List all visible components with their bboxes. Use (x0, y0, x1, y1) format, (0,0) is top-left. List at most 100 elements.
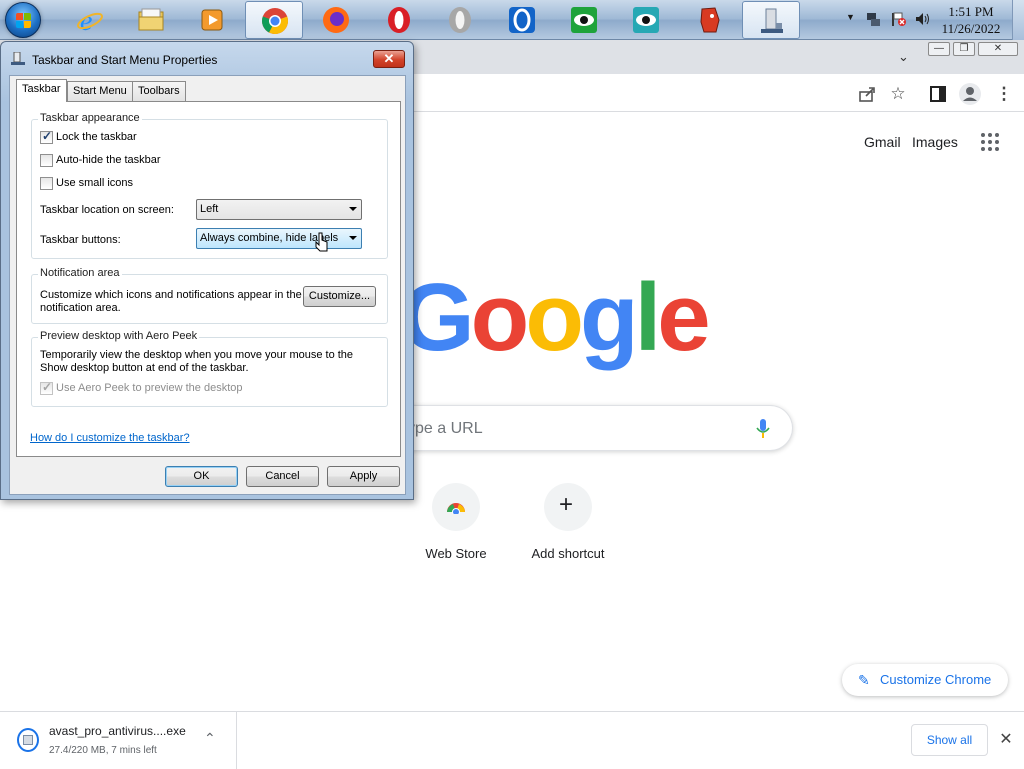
customize-chrome-button[interactable]: ✎ Customize Chrome (842, 664, 1008, 696)
group-title: Taskbar appearance (38, 112, 142, 124)
small-icons-checkbox[interactable]: Use small icons (40, 177, 133, 191)
group-taskbar-appearance: Taskbar appearance Lock the taskbar Auto… (31, 112, 388, 259)
opera-blue-icon (509, 7, 535, 33)
ok-button[interactable]: OK (165, 466, 238, 487)
customize-button[interactable]: Customize... (303, 286, 376, 307)
checkbox-box[interactable] (40, 177, 53, 190)
bookmark-star-icon[interactable]: ☆ (888, 84, 908, 104)
taskbar-explorer-button[interactable] (122, 1, 180, 39)
window-close-button[interactable]: ✕ (978, 42, 1018, 56)
customize-chrome-label: Customize Chrome (880, 672, 992, 687)
close-download-bar-icon[interactable]: ✕ (997, 729, 1015, 749)
shortcut-label: Add shortcut (531, 546, 605, 561)
taskbar-location-select[interactable]: Left (196, 199, 362, 220)
download-progress-icon (17, 728, 39, 752)
folder-icon (138, 8, 164, 31)
plus-icon: + (559, 491, 574, 518)
windows-flag-icon (16, 13, 32, 29)
checkbox-box[interactable] (40, 130, 53, 144)
auto-hide-checkbox[interactable]: Auto-hide the taskbar (40, 154, 161, 168)
chrome-menu-icon[interactable]: ⋮ (994, 84, 1014, 104)
volume-icon[interactable] (914, 11, 930, 27)
tray-expand-icon[interactable]: ▼ (846, 12, 855, 22)
taskbar-buttons-select[interactable]: Always combine, hide labels (196, 228, 362, 249)
eye-green-icon (571, 7, 597, 33)
tab-taskbar[interactable]: Taskbar (16, 79, 67, 102)
taskbar-chrome-button[interactable] (245, 1, 303, 39)
select-value: Left (200, 203, 219, 215)
google-logo-letter: l (634, 264, 662, 371)
aero-peek-checkbox: Use Aero Peek to preview the desktop (40, 381, 243, 396)
minimize-button[interactable]: — (928, 42, 950, 56)
opera-gray-icon (449, 7, 471, 33)
start-button[interactable] (5, 2, 41, 38)
checkbox-label: Use Aero Peek to preview the desktop (56, 382, 243, 394)
tab-search-chevron-icon[interactable]: ⌄ (898, 49, 909, 65)
buttons-label: Taskbar buttons: (40, 234, 121, 246)
notification-desc-line2: notification area. (40, 302, 121, 314)
taskbar-opera-button[interactable] (370, 1, 428, 39)
checkbox-label: Lock the taskbar (56, 131, 137, 143)
dialog-close-button[interactable]: ✕ (373, 50, 405, 68)
restore-button[interactable]: ❐ (953, 42, 975, 56)
taskbar-ie-button[interactable]: e (61, 1, 119, 39)
google-apps-icon[interactable] (981, 133, 999, 151)
gmail-link[interactable]: Gmail (864, 134, 901, 150)
taskbar-eye-green-button[interactable] (555, 1, 613, 39)
clock-date: 11/26/2022 (941, 21, 1001, 36)
eye-teal-icon (633, 7, 659, 33)
taskbar-opera-blue-button[interactable] (493, 1, 551, 39)
taskbar-properties-button[interactable] (742, 1, 800, 39)
taskbar-props-icon (11, 52, 25, 65)
tab-start-menu[interactable]: Start Menu (67, 81, 133, 101)
profile-avatar-icon[interactable] (958, 82, 982, 106)
dialog-title: Taskbar and Start Menu Properties (32, 53, 218, 67)
shortcut-label: Web Store (425, 546, 487, 561)
group-title: Preview desktop with Aero Peek (38, 330, 200, 342)
google-logo-letter: o (470, 264, 530, 371)
tab-toolbars[interactable]: Toolbars (132, 81, 186, 101)
google-logo-letter: e (657, 264, 710, 371)
group-title: Notification area (38, 267, 122, 279)
show-all-button[interactable]: Show all (911, 724, 988, 756)
web-store-icon (447, 503, 465, 514)
chevron-up-icon[interactable]: ⌃ (204, 730, 216, 747)
search-placeholder: ype a URL (407, 420, 483, 437)
network-icon[interactable] (866, 11, 882, 27)
group-aero-peek: Preview desktop with Aero Peek Temporari… (31, 330, 388, 407)
show-desktop-button[interactable] (1012, 0, 1024, 40)
voice-search-icon[interactable] (756, 418, 770, 440)
ie-icon: e (77, 6, 103, 34)
pencil-icon: ✎ (858, 672, 870, 688)
opera-icon (388, 7, 410, 33)
checkbox-label: Use small icons (56, 177, 134, 189)
lock-taskbar-checkbox[interactable]: Lock the taskbar (40, 130, 137, 145)
taskbar-red-face-button[interactable] (680, 1, 738, 39)
cancel-button[interactable]: Cancel (246, 466, 319, 487)
taskbar-eye-teal-button[interactable] (617, 1, 675, 39)
dialog-body: Taskbar Start Menu Toolbars Taskbar appe… (9, 75, 406, 495)
taskbar-opera-gray-button[interactable] (431, 1, 489, 39)
download-file-name: avast_pro_antivirus....exe (49, 724, 186, 738)
checkbox-box[interactable] (40, 154, 53, 167)
apply-button[interactable]: Apply (327, 466, 400, 487)
share-icon[interactable] (857, 84, 877, 104)
firefox-icon (323, 7, 349, 33)
taskbar-firefox-button[interactable] (307, 1, 365, 39)
action-center-flag-icon[interactable] (890, 11, 906, 27)
windows-taskbar: e ▼ 1:51 PM 11/26/2022 (0, 0, 1024, 40)
download-bar: avast_pro_antivirus....exe 27.4/220 MB, … (0, 711, 1024, 769)
group-notification-area: Notification area Customize which icons … (31, 267, 388, 324)
red-face-icon (700, 7, 720, 33)
help-link[interactable]: How do I customize the taskbar? (30, 432, 190, 444)
side-panel-icon[interactable] (928, 84, 948, 104)
search-box[interactable]: ype a URL (395, 405, 793, 451)
notification-desc-line1: Customize which icons and notifications … (40, 289, 302, 301)
images-link[interactable]: Images (912, 134, 958, 150)
download-item[interactable]: avast_pro_antivirus....exe 27.4/220 MB, … (0, 712, 237, 769)
shortcut-add[interactable]: + Add shortcut (503, 483, 633, 561)
location-label: Taskbar location on screen: (40, 204, 174, 216)
mouse-cursor-icon (315, 232, 328, 252)
taskbar-clock[interactable]: 1:51 PM 11/26/2022 (936, 3, 1006, 37)
taskbar-media-player-button[interactable] (183, 1, 241, 39)
